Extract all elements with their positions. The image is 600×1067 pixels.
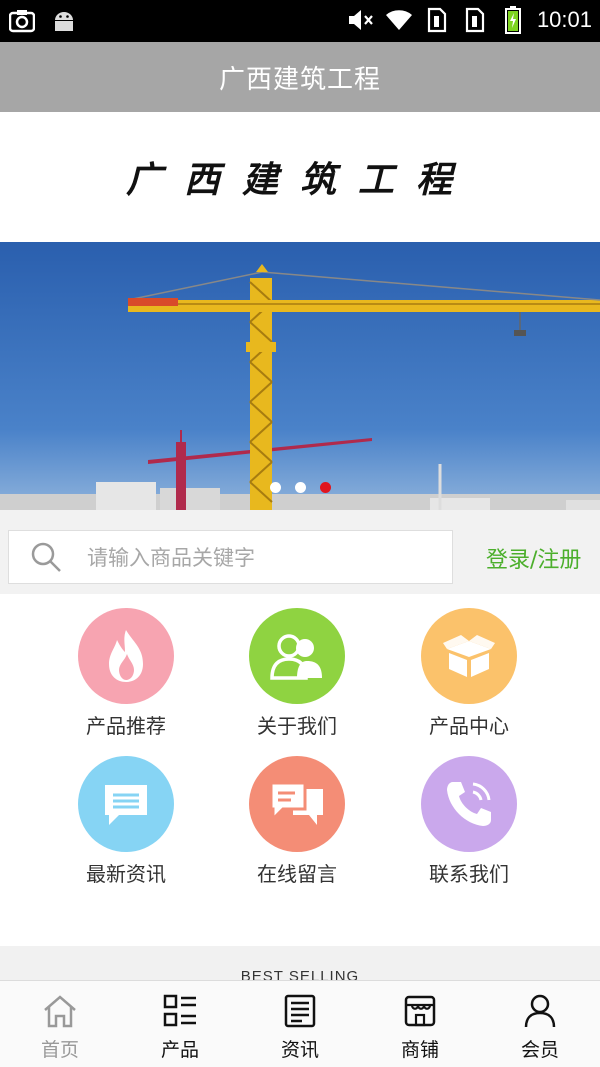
nav-products[interactable]: 产品 <box>120 981 240 1067</box>
users-icon <box>249 608 345 704</box>
store-icon <box>404 995 436 1027</box>
phone-icon <box>421 756 517 852</box>
app-header: 广西建筑工程 <box>0 42 600 112</box>
nav-store[interactable]: 商铺 <box>360 981 480 1067</box>
logo: 广西建筑工程 <box>125 159 474 201</box>
best-selling-section: BEST SELLING <box>0 946 600 980</box>
grid-list-icon <box>163 994 196 1027</box>
search-icon <box>31 542 61 572</box>
chat-icon <box>249 756 345 852</box>
grid-item-online-message[interactable]: 在线留言 <box>211 756 383 887</box>
carousel-dots <box>0 482 600 493</box>
wifi-icon <box>385 6 413 34</box>
message-icon <box>78 756 174 852</box>
box-icon <box>421 608 517 704</box>
android-icon <box>50 7 78 35</box>
nav-news[interactable]: 资讯 <box>240 981 360 1067</box>
nav-home[interactable]: 首页 <box>0 981 120 1067</box>
clock: 10:01 <box>536 7 592 32</box>
banner-carousel[interactable] <box>0 242 600 510</box>
grid-item-product-center[interactable]: 产品中心 <box>383 608 555 739</box>
grid-label: 关于我们 <box>257 714 337 738</box>
grid-item-latest-news[interactable]: 最新资讯 <box>40 756 212 887</box>
screenshot-icon <box>8 7 36 35</box>
search-input[interactable]: 请输入商品关键字 <box>8 530 453 584</box>
grid-label: 产品推荐 <box>86 714 166 738</box>
carousel-dot[interactable] <box>294 482 306 493</box>
sim2-icon <box>461 6 489 34</box>
grid-item-about-us[interactable]: 关于我们 <box>211 608 383 739</box>
carousel-dot[interactable] <box>269 482 281 493</box>
grid-item-product-recommend[interactable]: 产品推荐 <box>40 608 212 739</box>
bottom-nav: 首页 产品 资讯 商铺 会员 <box>0 980 600 1067</box>
login-register-link[interactable]: 登录/注册 <box>486 542 581 574</box>
grid-label: 最新资讯 <box>86 862 166 886</box>
logo-area: 广西建筑工程 <box>0 112 600 242</box>
nav-label: 首页 <box>40 1039 79 1061</box>
nav-label: 商铺 <box>400 1039 439 1061</box>
grid-item-contact-us[interactable]: 联系我们 <box>383 756 555 887</box>
grid-label: 在线留言 <box>257 862 337 886</box>
section-heading: BEST SELLING <box>240 968 360 980</box>
search-placeholder: 请输入商品关键字 <box>87 546 255 570</box>
sim1-icon <box>423 6 451 34</box>
nav-label: 资讯 <box>280 1039 319 1061</box>
grid-label: 联系我们 <box>429 862 509 886</box>
news-icon <box>284 994 316 1028</box>
volume-mute-icon <box>347 6 375 34</box>
search-row: 请输入商品关键字 登录/注册 <box>0 510 600 594</box>
carousel-dot-active[interactable] <box>319 482 331 493</box>
nav-member[interactable]: 会员 <box>480 981 600 1067</box>
nav-label: 会员 <box>520 1039 559 1061</box>
battery-charging-icon <box>499 6 527 34</box>
home-icon <box>44 995 76 1028</box>
grid-label: 产品中心 <box>429 714 509 738</box>
banner-image <box>0 242 600 510</box>
user-icon <box>524 994 556 1028</box>
page-title: 广西建筑工程 <box>218 64 381 95</box>
nav-label: 产品 <box>160 1039 199 1061</box>
category-grid: 产品推荐 关于我们 产品中心 最新资讯 在线留言 联系我们 <box>0 594 600 946</box>
status-bar: 10:01 <box>0 0 600 42</box>
flame-icon <box>78 608 174 704</box>
